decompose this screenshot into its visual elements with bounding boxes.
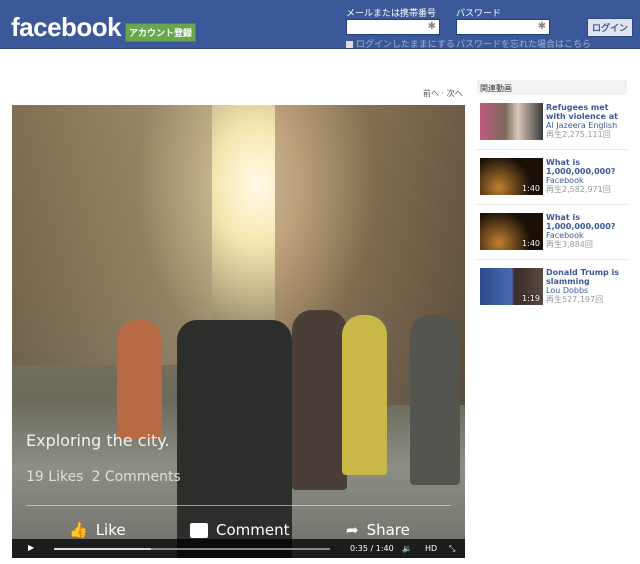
seek-progress [54,548,151,550]
video-author[interactable]: Facebook [546,176,627,185]
video-author[interactable]: Facebook [546,231,627,240]
related-video-item[interactable]: 1:40 What is 1,000,000,000? Facebook 再生3,8… [477,213,627,260]
video-thumbnail[interactable] [480,103,543,140]
view-count: 再生3,884回 [546,240,593,249]
time-display: 0:35 / 1:40 [350,544,394,553]
related-videos: 関連動画 Refugees met with violence at Al Jaz… [477,80,627,315]
password-label: パスワード [456,9,502,19]
video-controls: ▶ 0:35 / 1:40 🔉 HD ⤡ [12,539,465,558]
next-link[interactable]: 次へ [447,89,463,98]
required-icon: ✱ [537,21,546,32]
video-figure [342,315,387,475]
play-icon[interactable]: ▶ [28,543,34,552]
related-video-item[interactable]: 1:19 Donald Trump is slamming Lou Dobbs 再生… [477,268,627,315]
view-count: 再生527,197回 [546,295,604,304]
video-thumbnail[interactable]: 1:19 [480,268,543,305]
view-count: 再生2,582,971回 [546,185,611,194]
likes-count[interactable]: 19 Likes [26,469,83,485]
duration: 1:40 [522,184,540,193]
video-player[interactable]: Exploring the city. 19 Likes 2 Comments 👍… [12,105,465,558]
related-video-item[interactable]: 1:40 What is 1,000,000,000? Facebook 再生2,5… [477,158,627,205]
video-figure [410,315,460,485]
view-count: 再生2,275,111回 [546,130,611,139]
share-arrow-icon: ➦ [346,521,359,539]
video-thumbnail[interactable]: 1:40 [480,213,543,250]
remember-me[interactable]: ログインしたままにする [346,37,455,50]
video-author[interactable]: Lou Dobbs [546,286,627,295]
email-input[interactable]: ✱ [346,19,440,35]
divider [26,505,451,506]
forgot-password-link[interactable]: パスワードを忘れた場合はこちら [456,37,591,50]
comment-icon [190,522,208,538]
related-heading: 関連動画 [477,80,627,95]
share-button[interactable]: ➦ Share [346,521,410,539]
top-bar: facebook アカウント登録 メールまたは携帯番号 パスワード ✱ ✱ ログ… [0,0,640,50]
video-title[interactable]: Donald Trump is slamming [546,268,627,286]
video-figure [117,320,162,440]
comments-count[interactable]: 2 Comments [91,469,180,485]
pager: 前へ · 次へ [423,89,463,98]
login-button[interactable]: ログイン [587,18,634,37]
video-title[interactable]: Refugees met with violence at [546,103,627,121]
signup-button[interactable]: アカウント登録 [125,23,197,42]
related-video-item[interactable]: Refugees met with violence at Al Jazeera … [477,103,627,150]
email-label: メールまたは携帯番号 [346,9,437,19]
facebook-logo[interactable]: facebook [11,12,122,43]
like-button[interactable]: 👍 Like [69,521,126,539]
duration: 1:19 [522,294,540,303]
hd-button[interactable]: HD [425,544,437,553]
remember-checkbox[interactable] [346,41,353,48]
seek-bar[interactable] [54,548,330,550]
thumbs-up-icon: 👍 [69,521,88,539]
fullscreen-icon[interactable]: ⤡ [449,544,455,554]
video-stats: 19 Likes 2 Comments [26,469,189,485]
video-title[interactable]: What is 1,000,000,000? [546,158,627,176]
duration: 1:40 [522,239,540,248]
video-author[interactable]: Al Jazeera English [546,121,627,130]
comment-button[interactable]: Comment [190,521,290,539]
volume-icon[interactable]: 🔉 [402,544,412,553]
required-icon: ✱ [427,21,436,32]
video-figure [292,310,347,490]
password-input[interactable]: ✱ [456,19,550,35]
video-caption: Exploring the city. [26,431,170,450]
prev-link[interactable]: 前へ [423,89,439,98]
video-title[interactable]: What is 1,000,000,000? [546,213,627,231]
video-thumbnail[interactable]: 1:40 [480,158,543,195]
